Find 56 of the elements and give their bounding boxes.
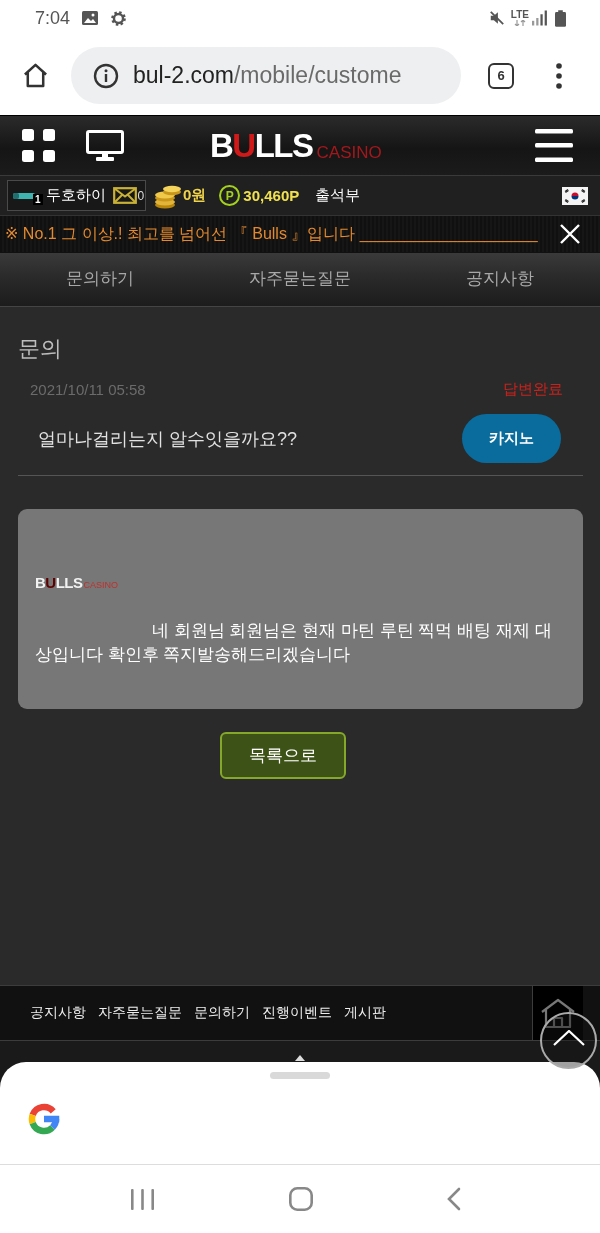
home-button[interactable] [532,986,583,1040]
image-icon [82,11,99,25]
nickname: 두호하이 [45,186,106,205]
page-heading: 문의 [18,335,63,363]
level-bar-icon [13,191,35,200]
points-badge: P [219,185,241,206]
footer-link[interactable]: 문의하기 [194,1004,250,1022]
points-balance: 30,460P [243,187,300,204]
tab-count-button[interactable]: 6 [488,62,514,89]
url-text: bul-2.com/mobile/custome [133,62,402,89]
menu-icon[interactable] [535,129,573,162]
footer-link[interactable]: 진행이벤트 [262,1004,332,1022]
more-options-icon[interactable] [556,62,562,89]
answer-text: 네 회원님 회원님은 현재 마틴 루틴 찍먹 배팅 재제 대상입니다 확인후 쪽지발송해드리겠습니다 [35,620,553,666]
notice-ticker: ※ No.1 그 이상.! 최고를 넘어선 『 Bulls 』입니다 ____________________ [5,223,538,245]
nav-tab[interactable]: 자주묻는질문 [200,253,400,306]
battery-icon [555,9,566,27]
home-icon[interactable] [22,62,49,89]
scroll-top-button[interactable] [540,1012,597,1069]
nav-tab[interactable]: 문의하기 [0,253,200,306]
settings-icon [110,9,128,27]
chevron-up-icon [552,1029,585,1046]
post-date: 2021/10/11 05:58 [30,380,146,398]
g-logo-icon[interactable] [28,1103,60,1135]
answer-status: 답변완료 [503,379,563,399]
data-arrows-icon [513,20,526,26]
question-title: 얼마나걸리는지 알수잇을까요?? [38,427,298,451]
grid-icon[interactable] [22,129,55,162]
drag-handle[interactable] [270,1072,330,1079]
attendance-link[interactable]: 출석부 [315,186,361,205]
category-badge: 카지노 [462,414,561,463]
logo-subtitle: CASINO [316,144,382,161]
rank-badge: 1 [33,193,43,205]
network-type-label: LTE [510,10,529,20]
money-balance: 0원 [183,186,207,205]
address-bar[interactable]: bul-2.com/mobile/custome [71,47,461,104]
nav-tab[interactable]: 공지사항 [400,253,600,306]
close-icon[interactable] [560,224,580,244]
logo-wordmark: BULLS [35,575,83,590]
back-icon[interactable] [447,1187,461,1211]
recent-apps-icon[interactable] [131,1188,154,1210]
signal-icon [532,10,547,26]
back-to-list-button[interactable]: 목록으로 [220,732,346,779]
footer-link[interactable]: 자주묻는질문 [98,1004,182,1022]
footer-link[interactable]: 게시판 [344,1004,386,1022]
info-icon [93,62,119,89]
clock-time: 7:04 [35,7,71,29]
logo-wordmark: BULLS [210,129,313,162]
logo-subtitle: CASINO [83,581,119,590]
home-icon [540,998,576,1028]
flag-icon[interactable] [562,186,588,205]
message-count: 0 [137,188,145,203]
footer-link[interactable]: 공지사항 [30,1004,86,1022]
mute-icon [488,10,505,26]
monitor-icon[interactable] [86,130,124,161]
mail-icon[interactable] [112,187,137,204]
